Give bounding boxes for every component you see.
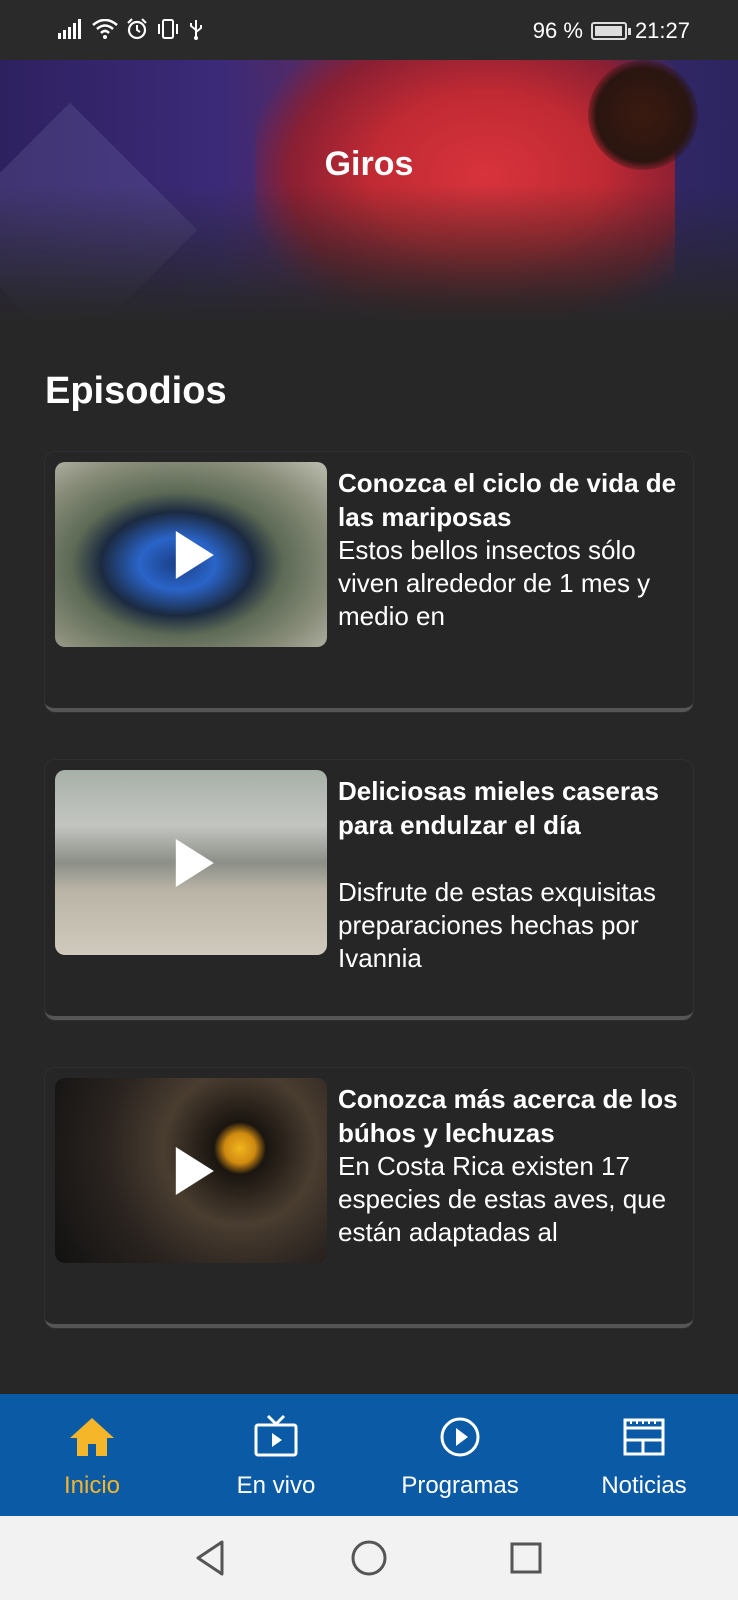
recents-icon[interactable] [504, 1536, 548, 1580]
episode-title: Conozca más acerca de los búhos y lechuz… [338, 1084, 678, 1148]
status-icons-left [58, 18, 204, 40]
home-circle-icon[interactable] [347, 1536, 391, 1580]
nav-item-en-vivo[interactable]: En vivo [184, 1394, 368, 1516]
wifi-icon [92, 19, 118, 39]
newspaper-icon [623, 1418, 665, 1456]
battery-percent: 96 % [532, 18, 583, 43]
battery-icon [590, 22, 631, 40]
nav-label: En vivo [236, 1472, 316, 1499]
episode-card[interactable]: Conozca el ciclo de vida de las mariposa… [45, 452, 693, 712]
nav-label: Noticias [601, 1472, 687, 1499]
play-icon[interactable] [175, 530, 214, 579]
play-icon[interactable] [175, 1146, 214, 1195]
back-icon[interactable] [190, 1536, 234, 1580]
program-title: Giros [324, 145, 414, 183]
episode-title: Deliciosas mieles caseras para endulzar … [338, 776, 659, 840]
episode-title: Conozca el ciclo de vida de las mariposa… [338, 468, 677, 532]
clock: 21:27 [634, 18, 690, 43]
hero-gradient [0, 185, 738, 325]
nav-item-programas[interactable]: Programas [368, 1394, 552, 1516]
system-navigation-bar [0, 1516, 738, 1600]
status-bar: 96 % 21:27 [0, 0, 738, 60]
episode-thumbnail[interactable] [55, 1078, 327, 1263]
play-icon[interactable] [175, 838, 214, 887]
bottom-navigation: Inicio En vivo Programas Noticias [0, 1394, 738, 1516]
home-icon [70, 1418, 114, 1456]
vibrate-icon [158, 19, 178, 39]
episode-description: En Costa Rica existen 17 especies de est… [338, 1151, 667, 1247]
section-title: Episodios [45, 370, 227, 412]
signal-icon [58, 19, 81, 39]
nav-label: Programas [401, 1472, 519, 1499]
episode-thumbnail[interactable] [55, 462, 327, 647]
play-circle-icon [440, 1417, 480, 1457]
episode-card[interactable]: Deliciosas mieles caseras para endulzar … [45, 760, 693, 1020]
episode-card[interactable]: Conozca más acerca de los búhos y lechuz… [45, 1068, 693, 1328]
episode-description: Disfrute de estas exquisitas preparacion… [338, 877, 656, 973]
nav-item-noticias[interactable]: Noticias [552, 1394, 736, 1516]
program-hero-banner: Giros [0, 60, 738, 325]
tv-play-icon [254, 1414, 298, 1457]
usb-icon [190, 20, 202, 40]
status-icons-right: 96 % 21:27 [533, 18, 690, 44]
episode-thumbnail[interactable] [55, 770, 327, 955]
alarm-icon [127, 18, 147, 40]
episode-description: Estos bellos insectos sólo viven alreded… [338, 535, 651, 631]
nav-label: Inicio [63, 1472, 121, 1499]
nav-item-inicio[interactable]: Inicio [0, 1394, 184, 1516]
